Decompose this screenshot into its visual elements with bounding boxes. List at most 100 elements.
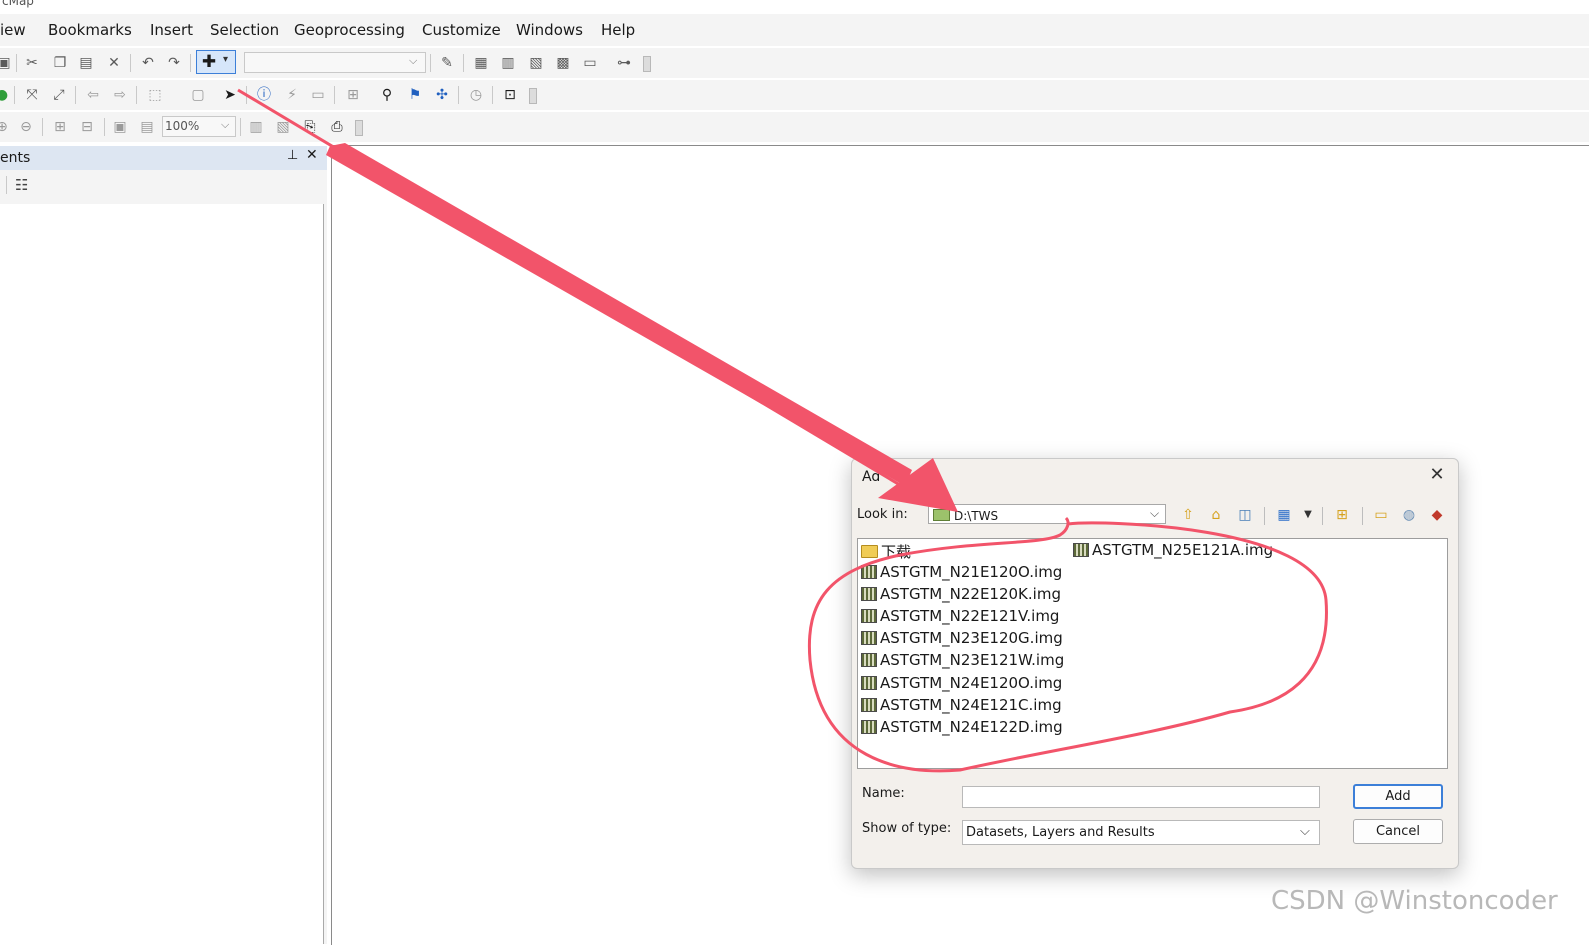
forward-extent-icon[interactable]: ⇨ (110, 85, 130, 105)
editor-icon[interactable]: ✎ (437, 53, 457, 73)
name-field[interactable] (962, 786, 1320, 808)
menu-insert[interactable]: Insert (150, 21, 193, 39)
connect-to-folder-icon[interactable]: ⊞ (1332, 505, 1352, 525)
chevron-down-icon[interactable]: ⌵ (1150, 506, 1159, 521)
toolbar-separator (75, 86, 76, 104)
chevron-down-icon[interactable]: ▼ (1298, 505, 1318, 525)
python-window-icon[interactable]: ▭ (580, 53, 600, 73)
add-data-button[interactable]: ✚ ▾ (196, 50, 236, 74)
fixed-zoom-in-layout-icon[interactable]: ⊞ (50, 117, 70, 137)
menu-geoprocessing[interactable]: Geoprocessing (294, 21, 405, 39)
list-by-source-icon[interactable]: ☷ (15, 176, 28, 194)
toolbar-separator (458, 86, 459, 104)
toolbar-grip[interactable] (355, 120, 363, 136)
find-route-icon[interactable]: ⚑ (405, 85, 425, 105)
focus-data-frame-icon[interactable]: ▧ (273, 117, 293, 137)
look-in-value: D:\TWS (954, 509, 999, 523)
print-icon[interactable]: ▣ (0, 53, 14, 73)
hyperlink-icon[interactable]: ⚡ (282, 85, 302, 105)
view-list-icon[interactable]: ▦ (1274, 505, 1294, 525)
toolbar-separator (334, 86, 335, 104)
new-geodatabase-icon[interactable]: ◍ (1399, 505, 1419, 525)
toolbar-separator (492, 86, 493, 104)
toolbar-grip[interactable] (529, 88, 537, 104)
list-item[interactable]: ASTGTM_N23E120G.img (861, 629, 1063, 647)
list-item[interactable]: ASTGTM_N25E121A.img (1073, 541, 1273, 559)
toolbar-separator (6, 176, 7, 194)
up-one-level-icon[interactable]: ⇧ (1178, 505, 1198, 525)
chevron-down-icon: ⌵ (409, 54, 418, 67)
toolbar-separator (190, 54, 191, 72)
cut-icon[interactable]: ✂ (22, 53, 42, 73)
toolbar-separator (430, 54, 431, 72)
fixed-zoom-out-layout-icon[interactable]: ⊟ (77, 117, 97, 137)
list-item[interactable]: ASTGTM_N24E120O.img (861, 674, 1062, 692)
model-builder-icon[interactable]: ⊶ (614, 53, 634, 73)
list-item[interactable]: ASTGTM_N22E121V.img (861, 607, 1059, 625)
data-driven-pages-icon[interactable]: ⎙ (327, 117, 347, 137)
zoom-percent-combo[interactable]: 100% ⌵ (162, 116, 236, 137)
globe-icon[interactable]: ● (0, 85, 12, 105)
list-item[interactable]: ASTGTM_N21E120O.img (861, 563, 1062, 581)
search-window-icon[interactable]: ▧ (526, 53, 546, 73)
go-to-default-geodatabase-icon[interactable]: ◫ (1235, 505, 1255, 525)
toolbar-separator (104, 118, 105, 136)
clear-selection-icon[interactable]: ▢ (188, 85, 208, 105)
toggle-draft-icon[interactable]: ▥ (246, 117, 266, 137)
undo-icon[interactable]: ↶ (138, 53, 158, 73)
chevron-down-icon[interactable]: ⌵ (1300, 824, 1310, 839)
home-folder-icon[interactable]: ⌂ (1206, 505, 1226, 525)
identify-icon[interactable]: ⓘ (254, 85, 274, 105)
list-item[interactable]: ASTGTM_N24E122D.img (861, 718, 1063, 736)
measure-icon[interactable]: ⊞ (343, 85, 363, 105)
new-folder-icon[interactable]: ▭ (1371, 505, 1391, 525)
html-popup-icon[interactable]: ▭ (308, 85, 328, 105)
toolbox-icon[interactable]: ◆ (1427, 505, 1447, 525)
select-elements-icon[interactable]: ➤ (220, 85, 240, 105)
viewer-window-icon[interactable]: ⊡ (500, 85, 520, 105)
list-item[interactable]: ASTGTM_N23E121W.img (861, 651, 1064, 669)
copy-icon[interactable]: ❐ (50, 53, 70, 73)
menu-windows[interactable]: Windows (516, 21, 583, 39)
menu-customize[interactable]: Customize (422, 21, 501, 39)
select-features-icon[interactable]: ⬚ (145, 85, 165, 105)
add-button[interactable]: Add (1353, 784, 1443, 809)
arctoolbox-icon[interactable]: ▩ (553, 53, 573, 73)
change-layout-icon[interactable]: ⎘ (300, 117, 320, 137)
toolbar-grip[interactable] (643, 56, 651, 72)
toc-layer-list[interactable] (0, 204, 324, 944)
fixed-zoom-in-icon[interactable]: ⤧ (22, 85, 42, 105)
go-to-xy-icon[interactable]: ✣ (432, 85, 452, 105)
layout-zoom-in-icon[interactable]: ⊕ (0, 117, 12, 137)
pin-icon[interactable]: ⊥ (287, 148, 298, 163)
fixed-zoom-out-icon[interactable]: ⤢ (49, 85, 69, 105)
list-item[interactable]: 下载 (861, 541, 911, 562)
scale-combo[interactable]: ⌵ (244, 52, 426, 73)
menu-help[interactable]: Help (601, 21, 635, 39)
menu-selection[interactable]: Selection (210, 21, 279, 39)
find-icon[interactable]: ⚲ (377, 85, 397, 105)
menu-bar: iew Bookmarks Insert Selection Geoproces… (0, 14, 1589, 46)
toolbar-separator (1322, 507, 1323, 525)
zoom-100-icon[interactable]: ▤ (137, 117, 157, 137)
paste-icon[interactable]: ▤ (76, 53, 96, 73)
list-item[interactable]: ASTGTM_N22E120K.img (861, 585, 1061, 603)
back-extent-icon[interactable]: ⇦ (83, 85, 103, 105)
close-icon[interactable]: ✕ (306, 147, 318, 163)
layout-zoom-out-icon[interactable]: ⊖ (16, 117, 36, 137)
file-name: ASTGTM_N23E120G.img (880, 629, 1063, 647)
name-label: Name: (862, 786, 905, 801)
menu-view[interactable]: iew (0, 21, 26, 39)
show-of-type-value: Datasets, Layers and Results (966, 825, 1155, 840)
redo-icon[interactable]: ↷ (164, 53, 184, 73)
zoom-whole-page-icon[interactable]: ▣ (110, 117, 130, 137)
catalog-icon[interactable]: ▥ (498, 53, 518, 73)
menu-bookmarks[interactable]: Bookmarks (48, 21, 132, 39)
delete-icon[interactable]: ✕ (104, 53, 124, 73)
list-item[interactable]: ASTGTM_N24E121C.img (861, 696, 1062, 714)
cancel-button[interactable]: Cancel (1353, 819, 1443, 844)
table-of-contents-icon[interactable]: ▦ (471, 53, 491, 73)
dialog-close-button[interactable]: ✕ (1426, 464, 1448, 486)
toolbar-separator (130, 54, 131, 72)
time-slider-icon[interactable]: ◷ (466, 85, 486, 105)
